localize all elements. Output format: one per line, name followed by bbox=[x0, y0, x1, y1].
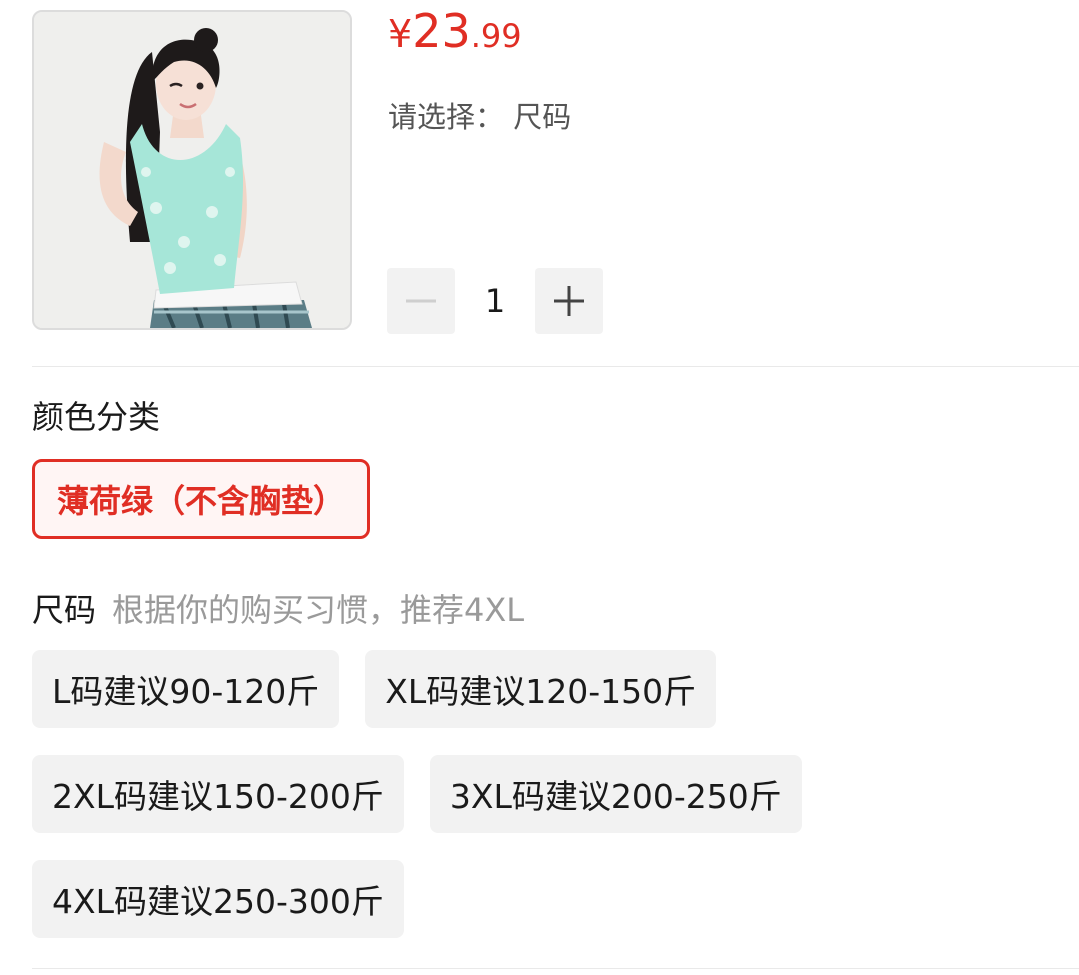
divider bbox=[32, 968, 1079, 969]
color-section-title: 颜色分类 bbox=[32, 398, 161, 436]
increase-quantity-button[interactable] bbox=[535, 268, 603, 334]
decrease-quantity-button[interactable] bbox=[387, 268, 455, 334]
color-option-selected[interactable]: 薄荷绿（不含胸垫） bbox=[32, 459, 371, 539]
sku-selector-panel: ¥23.99 请选择： 尺码 1 颜色分类 薄荷绿（不含胸垫） 尺码 根据你的购买… bbox=[0, 0, 1079, 975]
quantity-stepper: 1 bbox=[387, 268, 603, 334]
divider bbox=[32, 366, 1079, 367]
product-image[interactable] bbox=[32, 10, 352, 330]
price-integer: 23 bbox=[412, 4, 471, 58]
selection-hint: 请选择： 尺码 bbox=[388, 100, 572, 134]
size-option-2xl[interactable]: 2XL码建议150-200斤 bbox=[32, 755, 404, 833]
size-options: L码建议90-120斤 XL码建议120-150斤 2XL码建议150-200斤… bbox=[32, 650, 1052, 938]
size-recommendation: 根据你的购买习惯，推荐4XL bbox=[112, 591, 525, 629]
size-section-title: 尺码 bbox=[32, 591, 97, 629]
product-photo-illustration bbox=[34, 12, 350, 328]
quantity-value[interactable]: 1 bbox=[455, 282, 535, 320]
size-option-4xl[interactable]: 4XL码建议250-300斤 bbox=[32, 860, 404, 938]
plus-icon bbox=[554, 286, 584, 316]
size-option-l[interactable]: L码建议90-120斤 bbox=[32, 650, 340, 728]
size-option-3xl[interactable]: 3XL码建议200-250斤 bbox=[429, 755, 802, 833]
price-decimal: .99 bbox=[470, 17, 522, 55]
price: ¥23.99 bbox=[388, 8, 522, 54]
minus-icon bbox=[406, 299, 436, 303]
size-option-xl[interactable]: XL码建议120-150斤 bbox=[365, 650, 717, 728]
price-currency: ¥ bbox=[388, 12, 413, 56]
size-section-header: 尺码 根据你的购买习惯，推荐4XL bbox=[32, 585, 524, 631]
